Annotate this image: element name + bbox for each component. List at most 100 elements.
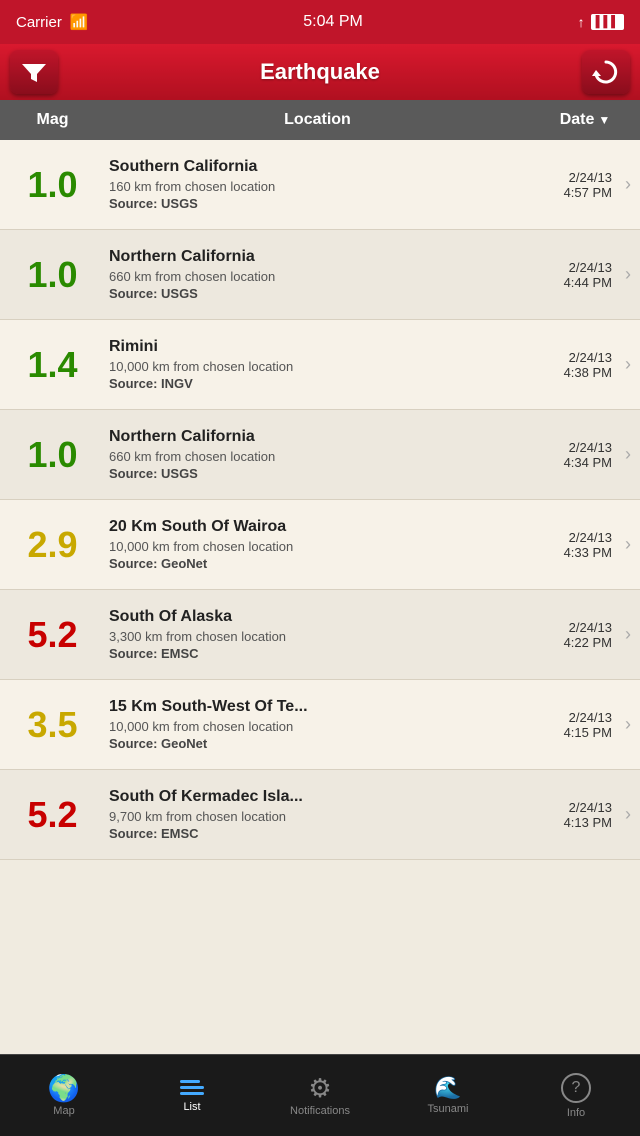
- earthquake-info: South Of Alaska 3,300 km from chosen loc…: [105, 600, 516, 669]
- date-value: 2/24/13 4:57 PM: [516, 170, 616, 200]
- refresh-button[interactable]: [582, 50, 630, 94]
- date-text: 2/24/13: [516, 530, 612, 545]
- time-text: 4:44 PM: [516, 275, 612, 290]
- source-text: Source: USGS: [109, 466, 512, 481]
- tab-bar: 🌍 Map List ⚙ Notifications 🌊 Tsunami ? I…: [0, 1054, 640, 1136]
- location-icon: ↑: [578, 14, 585, 30]
- chevron-right-icon: ›: [616, 354, 640, 375]
- location-column-header: Location: [105, 111, 530, 129]
- distance-text: 660 km from chosen location: [109, 269, 512, 284]
- chevron-right-icon: ›: [616, 804, 640, 825]
- location-name: 15 Km South-West Of Te...: [109, 698, 512, 716]
- distance-text: 3,300 km from chosen location: [109, 629, 512, 644]
- date-value: 2/24/13 4:13 PM: [516, 800, 616, 830]
- time-text: 4:22 PM: [516, 635, 612, 650]
- app-header: Earthquake: [0, 44, 640, 100]
- location-name: Northern California: [109, 428, 512, 446]
- date-value: 2/24/13 4:44 PM: [516, 260, 616, 290]
- source-text: Source: EMSC: [109, 826, 512, 841]
- tab-notifications[interactable]: ⚙ Notifications: [256, 1055, 384, 1136]
- date-text: 2/24/13: [516, 350, 612, 365]
- table-row[interactable]: 2.9 20 Km South Of Wairoa 10,000 km from…: [0, 500, 640, 590]
- distance-text: 10,000 km from chosen location: [109, 539, 512, 554]
- status-bar: Carrier 📶 5:04 PM ↑ ▌▌▌: [0, 0, 640, 44]
- time-text: 4:38 PM: [516, 365, 612, 380]
- time-text: 4:15 PM: [516, 725, 612, 740]
- chevron-right-icon: ›: [616, 534, 640, 555]
- table-row[interactable]: 3.5 15 Km South-West Of Te... 10,000 km …: [0, 680, 640, 770]
- magnitude-value: 5.2: [0, 614, 105, 656]
- date-value: 2/24/13 4:22 PM: [516, 620, 616, 650]
- mag-column-header: Mag: [0, 111, 105, 129]
- map-icon: 🌍: [48, 1075, 80, 1101]
- distance-text: 160 km from chosen location: [109, 179, 512, 194]
- tab-map-label: Map: [53, 1105, 74, 1117]
- tab-list[interactable]: List: [128, 1055, 256, 1136]
- earthquake-info: Southern California 160 km from chosen l…: [105, 150, 516, 219]
- source-text: Source: USGS: [109, 286, 512, 301]
- source-text: Source: GeoNet: [109, 736, 512, 751]
- time-text: 4:13 PM: [516, 815, 612, 830]
- magnitude-value: 1.0: [0, 434, 105, 476]
- magnitude-value: 5.2: [0, 794, 105, 836]
- notifications-icon: ⚙: [308, 1075, 331, 1101]
- table-row[interactable]: 1.0 Southern California 160 km from chos…: [0, 140, 640, 230]
- table-row[interactable]: 5.2 South Of Kermadec Isla... 9,700 km f…: [0, 770, 640, 860]
- table-row[interactable]: 1.4 Rimini 10,000 km from chosen locatio…: [0, 320, 640, 410]
- time-text: 4:57 PM: [516, 185, 612, 200]
- list-icon: [180, 1078, 204, 1097]
- date-column-header: Date ▼: [530, 111, 640, 129]
- tab-info-label: Info: [567, 1107, 585, 1119]
- source-text: Source: USGS: [109, 196, 512, 211]
- chevron-right-icon: ›: [616, 174, 640, 195]
- chevron-right-icon: ›: [616, 714, 640, 735]
- sort-icon: ▼: [598, 113, 610, 127]
- tab-info[interactable]: ? Info: [512, 1055, 640, 1136]
- location-name: Rimini: [109, 338, 512, 356]
- chevron-right-icon: ›: [616, 264, 640, 285]
- magnitude-value: 2.9: [0, 524, 105, 566]
- location-name: Northern California: [109, 248, 512, 266]
- earthquake-info: Northern California 660 km from chosen l…: [105, 240, 516, 309]
- distance-text: 660 km from chosen location: [109, 449, 512, 464]
- time-text: 4:34 PM: [516, 455, 612, 470]
- magnitude-value: 1.0: [0, 164, 105, 206]
- column-headers: Mag Location Date ▼: [0, 100, 640, 140]
- location-name: South Of Kermadec Isla...: [109, 788, 512, 806]
- earthquake-info: 20 Km South Of Wairoa 10,000 km from cho…: [105, 510, 516, 579]
- date-value: 2/24/13 4:33 PM: [516, 530, 616, 560]
- tsunami-icon: 🌊: [434, 1077, 461, 1099]
- date-text: 2/24/13: [516, 170, 612, 185]
- earthquake-info: Rimini 10,000 km from chosen location So…: [105, 330, 516, 399]
- distance-text: 10,000 km from chosen location: [109, 719, 512, 734]
- chevron-right-icon: ›: [616, 624, 640, 645]
- date-value: 2/24/13 4:15 PM: [516, 710, 616, 740]
- earthquake-list: 1.0 Southern California 160 km from chos…: [0, 140, 640, 1054]
- status-left: Carrier 📶: [16, 13, 89, 31]
- table-row[interactable]: 1.0 Northern California 660 km from chos…: [0, 230, 640, 320]
- filter-button[interactable]: [10, 50, 58, 94]
- date-value: 2/24/13 4:34 PM: [516, 440, 616, 470]
- date-text: 2/24/13: [516, 260, 612, 275]
- app-title: Earthquake: [260, 59, 380, 85]
- distance-text: 10,000 km from chosen location: [109, 359, 512, 374]
- magnitude-value: 1.4: [0, 344, 105, 386]
- earthquake-info: Northern California 660 km from chosen l…: [105, 420, 516, 489]
- tab-tsunami-label: Tsunami: [428, 1103, 469, 1115]
- table-row[interactable]: 5.2 South Of Alaska 3,300 km from chosen…: [0, 590, 640, 680]
- earthquake-info: South Of Kermadec Isla... 9,700 km from …: [105, 780, 516, 849]
- table-row[interactable]: 1.0 Northern California 660 km from chos…: [0, 410, 640, 500]
- location-name: 20 Km South Of Wairoa: [109, 518, 512, 536]
- magnitude-value: 3.5: [0, 704, 105, 746]
- date-text: 2/24/13: [516, 800, 612, 815]
- status-right: ↑ ▌▌▌: [578, 14, 624, 30]
- location-name: Southern California: [109, 158, 512, 176]
- tab-tsunami[interactable]: 🌊 Tsunami: [384, 1055, 512, 1136]
- tab-notifications-label: Notifications: [290, 1105, 350, 1117]
- distance-text: 9,700 km from chosen location: [109, 809, 512, 824]
- tab-map[interactable]: 🌍 Map: [0, 1055, 128, 1136]
- date-text: 2/24/13: [516, 710, 612, 725]
- carrier-label: Carrier: [16, 14, 62, 31]
- refresh-icon: [592, 58, 620, 86]
- source-text: Source: EMSC: [109, 646, 512, 661]
